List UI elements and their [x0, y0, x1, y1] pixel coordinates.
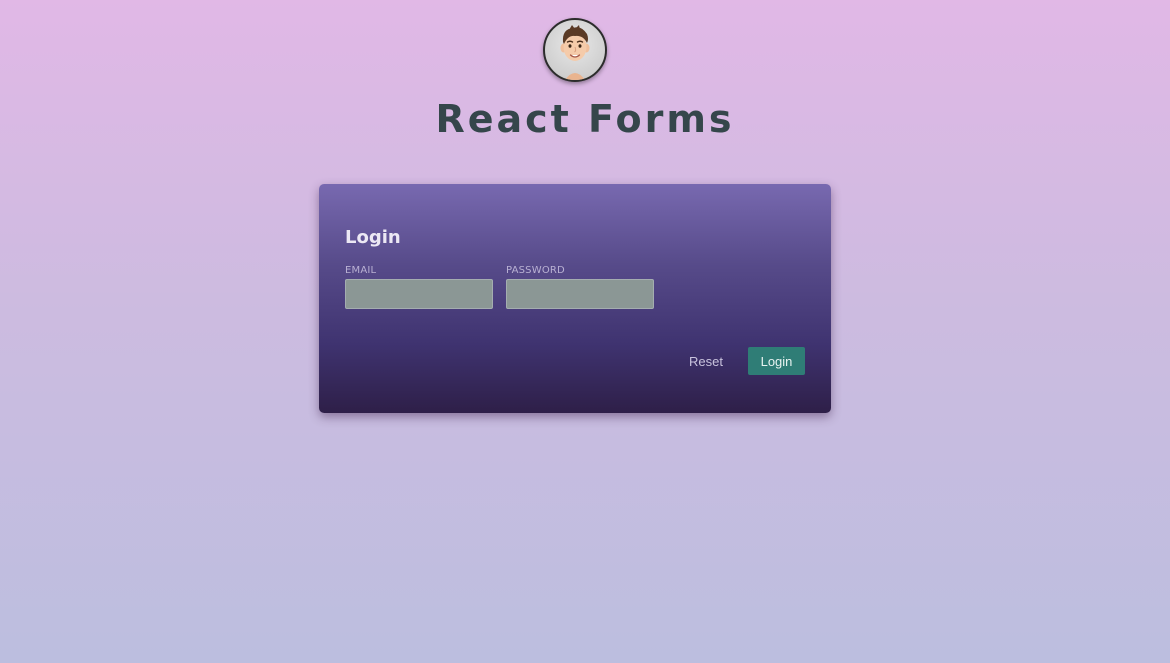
- password-field[interactable]: [506, 279, 654, 309]
- reset-button[interactable]: Reset: [681, 348, 731, 374]
- form-heading: Login: [345, 227, 401, 248]
- memoji-avatar-icon: [560, 25, 590, 80]
- email-field[interactable]: [345, 279, 493, 309]
- page-title: React Forms: [435, 97, 735, 141]
- avatar: [543, 18, 607, 82]
- password-label: PASSWORD: [506, 265, 565, 276]
- login-form-card: Login EMAIL PASSWORD Reset Login: [319, 184, 831, 413]
- email-label: EMAIL: [345, 265, 377, 276]
- login-button[interactable]: Login: [748, 347, 805, 375]
